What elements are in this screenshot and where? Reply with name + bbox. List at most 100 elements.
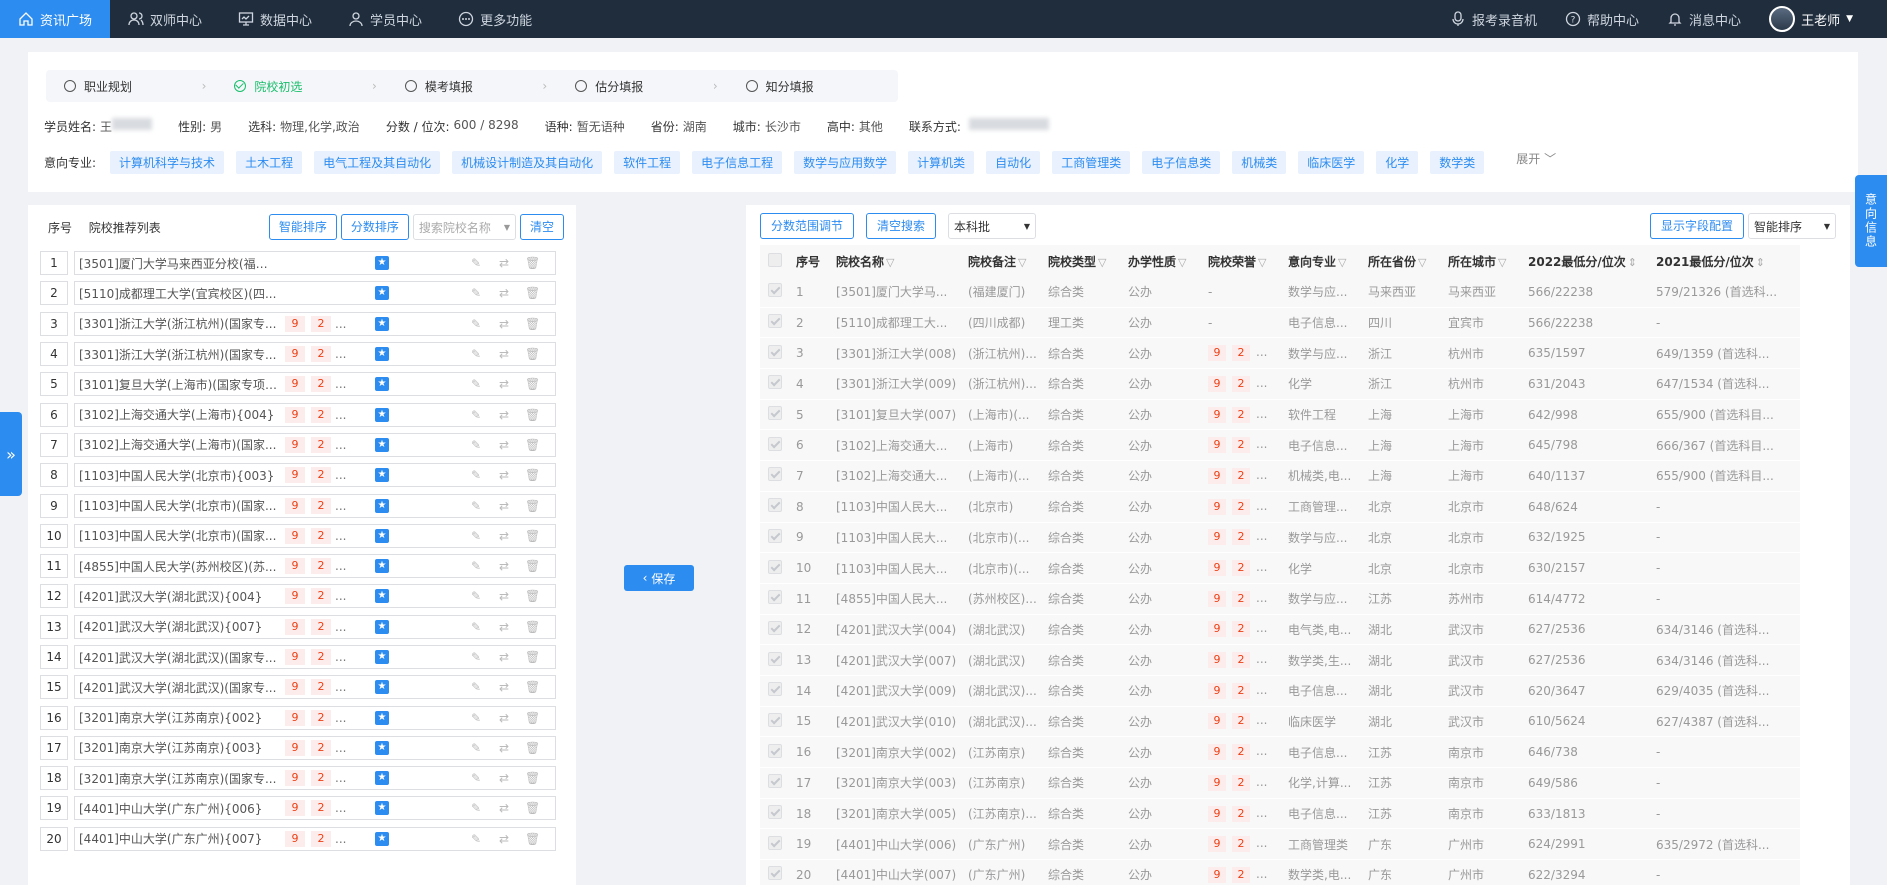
star-icon[interactable]: ★ — [375, 831, 389, 846]
edit-icon[interactable]: ✎ — [469, 620, 483, 634]
nav-item-2[interactable]: 数据中心 — [220, 0, 330, 38]
table-row[interactable]: 8 [1103]中国人民大... (北京市) 综合类 公办 9 2... 工商管理... 北京 北… — [760, 491, 1800, 523]
major-tag[interactable]: 机械类 — [1232, 151, 1287, 174]
edit-icon[interactable]: ✎ — [469, 377, 483, 391]
school-entry[interactable]: [1103]中国人民大学(北京市)(国家... 9 2... ★ ✎ ⇄ 🗑 — [74, 493, 556, 518]
field-config-button[interactable]: 显示字段配置 — [1649, 213, 1744, 239]
major-tag[interactable]: 数学与应用数学 — [794, 151, 897, 174]
edit-icon[interactable]: ✎ — [469, 286, 483, 300]
filter-icon[interactable]: ▽ — [886, 256, 894, 269]
swap-icon[interactable]: ⇄ — [497, 408, 511, 422]
clear-search-button[interactable]: 清空搜索 — [866, 213, 937, 239]
row-index-input[interactable]: 7 — [40, 432, 68, 457]
trash-icon[interactable]: 🗑 — [525, 801, 540, 815]
edit-icon[interactable]: ✎ — [469, 468, 483, 482]
school-entry[interactable]: [3201]南京大学(江苏南京){002} 9 2... ★ ✎ ⇄ 🗑 — [74, 705, 556, 730]
star-icon[interactable]: ★ — [375, 710, 389, 725]
trash-icon[interactable]: 🗑 — [525, 832, 540, 846]
star-icon[interactable]: ★ — [375, 619, 389, 634]
trash-icon[interactable]: 🗑 — [525, 468, 540, 482]
row-checkbox[interactable] — [760, 559, 784, 577]
column-header[interactable]: 2021最低分/位次 ⇕ — [1652, 253, 1780, 270]
trash-icon[interactable]: 🗑 — [525, 741, 540, 755]
school-entry[interactable]: [3102]上海交通大学(上海市){004} 9 2... ★ ✎ ⇄ 🗑 — [74, 402, 556, 427]
swap-icon[interactable]: ⇄ — [497, 468, 511, 482]
trash-icon[interactable]: 🗑 — [525, 256, 540, 270]
row-index-input[interactable]: 17 — [40, 735, 68, 760]
trash-icon[interactable]: 🗑 — [525, 771, 540, 785]
school-entry[interactable]: [3301]浙江大学(浙江杭州)(国家专... 9 2... ★ ✎ ⇄ 🗑 — [74, 311, 556, 336]
nav-item-4[interactable]: 更多功能 — [440, 0, 550, 38]
row-index-input[interactable]: 1 — [40, 251, 68, 276]
major-tag[interactable]: 计算机类 — [908, 151, 975, 174]
smart-sort-button[interactable]: 智能排序 — [268, 214, 337, 240]
row-checkbox[interactable] — [760, 774, 784, 791]
major-tag[interactable]: 软件工程 — [614, 151, 681, 174]
trash-icon[interactable]: 🗑 — [525, 499, 540, 513]
row-index-input[interactable]: 16 — [40, 705, 68, 730]
row-checkbox[interactable] — [760, 866, 784, 883]
table-row[interactable]: 7 [3102]上海交通大... (上海市)(... 综合类 公办 9 2... 机械类,电.… — [760, 461, 1800, 492]
swap-icon[interactable]: ⇄ — [497, 589, 511, 603]
major-tag[interactable]: 机械设计制造及其自动化 — [452, 151, 603, 174]
table-row[interactable]: 10 [1103]中国人民大... (北京市)(... 综合类 公办 9 2... 化学 北京 北… — [760, 553, 1800, 584]
user-menu[interactable]: 王老师 ▼ — [1755, 0, 1887, 38]
row-checkbox[interactable] — [760, 682, 784, 699]
row-index-input[interactable]: 4 — [40, 342, 68, 367]
filter-icon[interactable]: ▽ — [1418, 256, 1426, 269]
table-row[interactable]: 20 [4401]中山大学(007) (广东广州) 综合类 公办 9 2... 数学类,电..… — [760, 860, 1800, 885]
table-row[interactable]: 18 [3201]南京大学(005) (江苏南京)... 综合类 公办 9 2... 电子信息… — [760, 798, 1800, 830]
column-header[interactable]: 办学性质 ▽ — [1124, 253, 1204, 270]
table-row[interactable]: 11 [4855]中国人民大... (苏州校区)... 综合类 公办 9 2... 数学与应.… — [760, 583, 1800, 615]
edit-icon[interactable]: ✎ — [469, 711, 483, 725]
trash-icon[interactable]: 🗑 — [525, 438, 540, 452]
major-tag[interactable]: 自动化 — [986, 151, 1041, 174]
trash-icon[interactable]: 🗑 — [525, 680, 540, 694]
edit-icon[interactable]: ✎ — [469, 650, 483, 664]
record-button[interactable]: 报考录音机 — [1436, 0, 1551, 38]
table-row[interactable]: 14 [4201]武汉大学(009) (湖北武汉)... 综合类 公办 9 2... 电子信息… — [760, 675, 1800, 707]
edit-icon[interactable]: ✎ — [469, 317, 483, 331]
sort-icon[interactable]: ⇕ — [1756, 256, 1765, 269]
expand-toggle[interactable]: 展开 ﹀ — [1516, 150, 1556, 167]
select-all-checkbox[interactable] — [760, 252, 784, 270]
filter-icon[interactable]: ▽ — [1178, 256, 1186, 269]
swap-icon[interactable]: ⇄ — [497, 559, 511, 573]
swap-icon[interactable]: ⇄ — [497, 680, 511, 694]
star-icon[interactable]: ★ — [375, 286, 389, 301]
swap-icon[interactable]: ⇄ — [497, 801, 511, 815]
edit-icon[interactable]: ✎ — [469, 408, 483, 422]
filter-icon[interactable]: ▽ — [1098, 256, 1106, 269]
score-sort-button[interactable]: 分数排序 — [340, 214, 409, 240]
star-icon[interactable]: ★ — [375, 650, 389, 664]
row-index-input[interactable]: 9 — [40, 493, 68, 518]
row-index-input[interactable]: 12 — [40, 584, 68, 609]
column-header[interactable]: 院校荣誉 ▽ — [1204, 253, 1284, 270]
school-entry[interactable]: [4201]武汉大学(湖北武汉){004} 9 2... ★ ✎ ⇄ 🗑 — [74, 584, 556, 609]
star-icon[interactable]: ★ — [375, 771, 389, 786]
edit-icon[interactable]: ✎ — [469, 680, 483, 694]
school-entry[interactable]: [4201]武汉大学(湖北武汉)(国家专... 9 2... ★ ✎ ⇄ 🗑 — [74, 675, 556, 700]
school-entry[interactable]: [3201]南京大学(江苏南京)(国家专... 9 2... ★ ✎ ⇄ 🗑 — [74, 766, 556, 791]
table-row[interactable]: 1 [3501]厦门大学马... (福建厦门) 综合类 公办 - 数学与应... 马来西亚 马来… — [760, 277, 1800, 308]
trash-icon[interactable]: 🗑 — [525, 620, 540, 634]
row-checkbox[interactable] — [760, 375, 784, 392]
filter-icon[interactable]: ▽ — [1498, 256, 1506, 269]
star-icon[interactable]: ★ — [375, 680, 389, 695]
batch-select[interactable]: 本科批 ▼ — [948, 213, 1037, 239]
nav-item-3[interactable]: 学员中心 — [330, 0, 440, 38]
intent-info-tab[interactable]: 意向信息 — [1855, 175, 1887, 267]
edit-icon[interactable]: ✎ — [469, 256, 483, 270]
school-entry[interactable]: [4401]中山大学(广东广州){006} 9 2... ★ ✎ ⇄ 🗑 — [74, 796, 556, 821]
edit-icon[interactable]: ✎ — [469, 832, 483, 846]
row-index-input[interactable]: 6 — [40, 402, 68, 427]
column-header[interactable]: 院校备注 ▽ — [964, 253, 1044, 270]
column-header[interactable]: 所在省份 ▽ — [1364, 253, 1444, 270]
edit-icon[interactable]: ✎ — [469, 589, 483, 603]
table-row[interactable]: 15 [4201]武汉大学(010) (湖北武汉)... 综合类 公办 9 2... 临床医学… — [760, 706, 1800, 738]
row-index-input[interactable]: 18 — [40, 766, 68, 791]
edit-icon[interactable]: ✎ — [469, 559, 483, 573]
edit-icon[interactable]: ✎ — [469, 801, 483, 815]
swap-icon[interactable]: ⇄ — [497, 256, 511, 270]
row-checkbox[interactable] — [760, 344, 784, 362]
